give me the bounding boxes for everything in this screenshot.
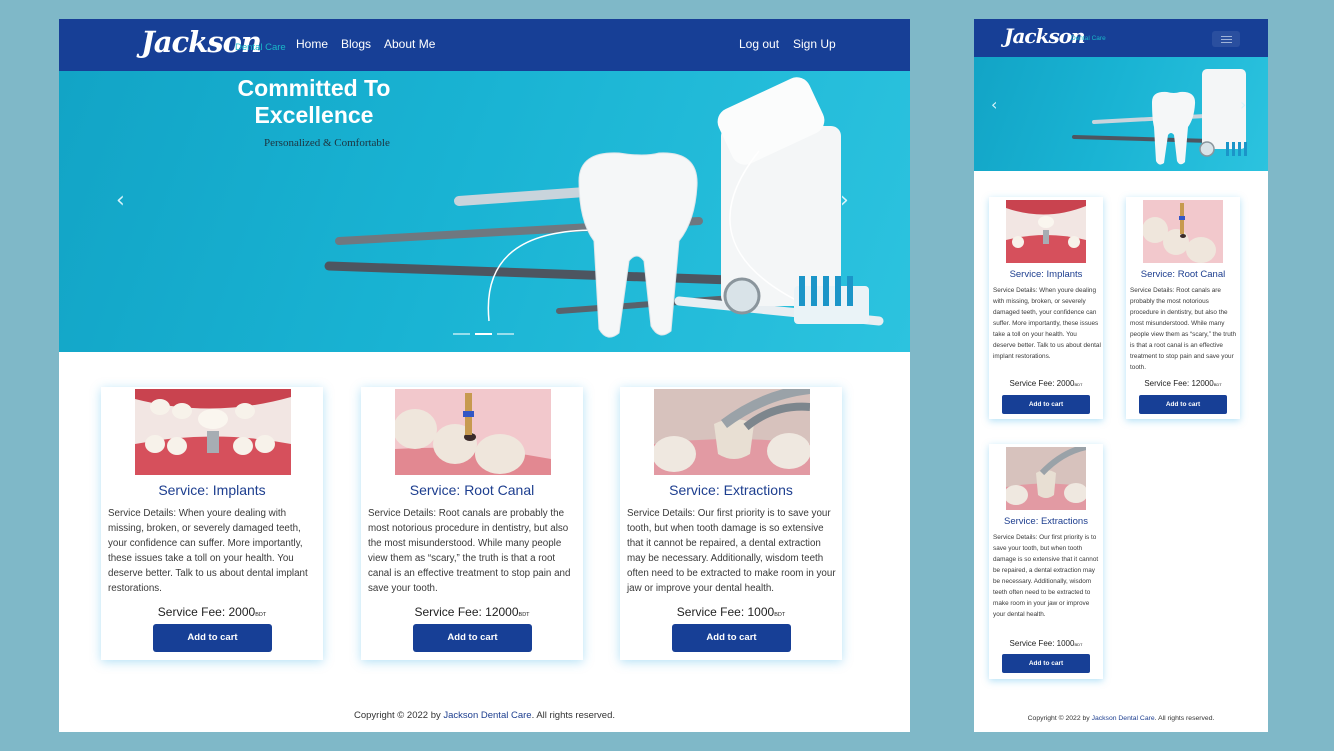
hero-subtitle: Personalized & Comfortable	[264, 137, 390, 149]
root-canal-image	[1143, 200, 1223, 263]
fee-unit: BDT	[1213, 382, 1222, 387]
nav-home-link[interactable]: Home	[296, 37, 328, 51]
add-to-cart-button[interactable]: Add to cart	[672, 624, 791, 652]
fee-amount: Service Fee: 12000	[414, 605, 519, 619]
fee-unit: BDT	[518, 612, 530, 618]
service-title: Service: Extractions	[669, 482, 793, 498]
service-fee: Service Fee: 12000BDT	[361, 605, 583, 619]
desktop-view: Jackson Dental Care Home Blogs About Me …	[59, 19, 910, 732]
navbar: Jackson Dental Care Home Blogs About Me …	[59, 19, 910, 71]
service-details: Service Details: When youre dealing with…	[108, 508, 308, 594]
service-card-root-canal: Service: Root Canal Service Details: Roo…	[361, 387, 583, 660]
implant-image	[1006, 200, 1086, 263]
implant-image	[135, 389, 291, 475]
add-to-cart-button[interactable]: Add to cart	[413, 624, 532, 652]
service-title: Service: Root Canal	[1140, 269, 1226, 280]
service-fee: Service Fee: 2000BDT	[989, 379, 1103, 388]
add-to-cart-button[interactable]: Add to cart	[1139, 395, 1227, 414]
service-card-extractions: Service: Extractions Service Details: Ou…	[620, 387, 842, 660]
footer-text: Copyright © 2022 by	[354, 710, 444, 721]
mobile-hero-carousel: ‹ ›	[974, 57, 1268, 171]
service-card-root-canal: Service: Root Canal Service Details: Roo…	[1126, 197, 1240, 419]
hero-dental-tools-image	[1072, 69, 1247, 165]
service-fee: Service Fee: 1000BDT	[620, 605, 842, 619]
service-details: Service Details: Our first priority is t…	[993, 534, 1099, 618]
footer-brand[interactable]: Jackson Dental Care	[1092, 715, 1155, 722]
hero-dental-tools-image	[324, 77, 884, 338]
footer-brand[interactable]: Jackson Dental Care	[443, 710, 531, 721]
hamburger-menu-icon[interactable]	[1212, 31, 1240, 47]
footer-text: . All rights reserved.	[1154, 715, 1215, 722]
fee-unit: BDT	[255, 612, 267, 618]
nav-logout-link[interactable]: Log out	[739, 37, 779, 51]
brand-logo-subtitle: Dental Care	[1071, 35, 1106, 42]
root-canal-image	[395, 389, 551, 475]
service-card-extractions: Service: Extractions Service Details: Ou…	[989, 444, 1103, 679]
nav-signup-link[interactable]: Sign Up	[793, 37, 836, 51]
add-to-cart-button[interactable]: Add to cart	[1002, 654, 1090, 673]
carousel-indicator[interactable]	[453, 333, 470, 335]
footer-text: . All rights reserved.	[531, 710, 615, 721]
carousel-next-icon[interactable]: ›	[840, 188, 849, 213]
service-details: Service Details: When youre dealing with…	[993, 287, 1101, 360]
carousel-indicator[interactable]	[497, 333, 514, 335]
mobile-view: Jackson Dental Care ‹ › Service: Implant…	[974, 19, 1268, 732]
fee-amount: Service Fee: 1000	[1009, 639, 1075, 648]
carousel-prev-icon[interactable]: ‹	[991, 95, 997, 114]
fee-amount: Service Fee: 1000	[676, 605, 775, 619]
hero-carousel: Committed To Excellence Personalized & C…	[59, 71, 910, 352]
fee-unit: BDT	[1074, 382, 1083, 387]
footer-text: Copyright © 2022 by	[1027, 715, 1092, 722]
footer: Copyright © 2022 by Jackson Dental Care.…	[59, 710, 910, 721]
service-title: Service: Implants	[158, 482, 266, 498]
brand-logo-subtitle: Dental Care	[235, 42, 286, 53]
extraction-image	[654, 389, 810, 475]
extraction-image	[1006, 447, 1086, 510]
service-title: Service: Implants	[1009, 269, 1083, 280]
service-fee: Service Fee: 12000BDT	[1126, 379, 1240, 388]
nav-about-link[interactable]: About Me	[384, 37, 435, 51]
nav-blogs-link[interactable]: Blogs	[341, 37, 371, 51]
service-title: Service: Extractions	[1004, 516, 1088, 527]
service-fee: Service Fee: 1000BDT	[989, 639, 1103, 648]
service-fee: Service Fee: 2000BDT	[101, 605, 323, 619]
service-card-implants: Service: Implants Service Details: When …	[989, 197, 1103, 419]
fee-amount: Service Fee: 2000	[157, 605, 256, 619]
carousel-next-icon[interactable]: ›	[1240, 95, 1246, 114]
add-to-cart-button[interactable]: Add to cart	[153, 624, 272, 652]
fee-amount: Service Fee: 12000	[1144, 379, 1214, 388]
fee-unit: BDT	[774, 612, 786, 618]
hero-title: Committed To Excellence	[237, 75, 391, 128]
footer: Copyright © 2022 by Jackson Dental Care.…	[974, 715, 1268, 722]
service-card-implants: Service: Implants Service Details: When …	[101, 387, 323, 660]
service-details: Service Details: Root canals are probabl…	[368, 508, 571, 594]
fee-unit: BDT	[1074, 642, 1083, 647]
mobile-navbar: Jackson Dental Care	[974, 19, 1268, 57]
carousel-prev-icon[interactable]: ‹	[116, 188, 125, 213]
service-title: Service: Root Canal	[409, 482, 535, 498]
service-details: Service Details: Our first priority is t…	[627, 508, 836, 594]
fee-amount: Service Fee: 2000	[1009, 379, 1075, 388]
carousel-indicator-active[interactable]	[475, 333, 492, 335]
add-to-cart-button[interactable]: Add to cart	[1002, 395, 1090, 414]
service-details: Service Details: Root canals are probabl…	[1130, 287, 1237, 371]
